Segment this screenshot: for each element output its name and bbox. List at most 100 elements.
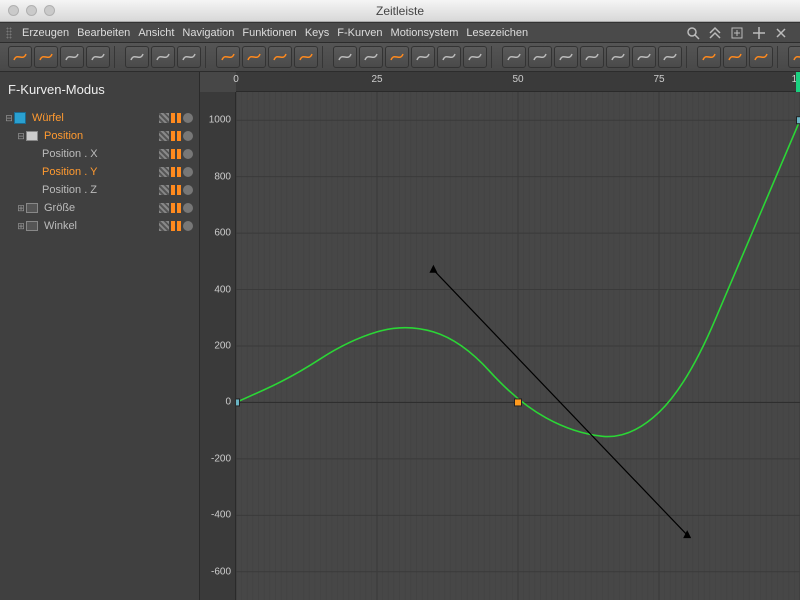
- tangent-handle-icon[interactable]: [429, 265, 437, 273]
- snap6-button[interactable]: [632, 46, 656, 68]
- key-add-button[interactable]: [216, 46, 240, 68]
- tan-step-button[interactable]: [463, 46, 487, 68]
- disclosure-icon[interactable]: ⊟: [16, 131, 26, 142]
- tree-row-rotation[interactable]: ⊞ Winkel: [0, 217, 199, 235]
- snap3-button[interactable]: [554, 46, 578, 68]
- tree-label[interactable]: Position: [42, 130, 159, 142]
- tan-spline-button[interactable]: [385, 46, 409, 68]
- tangent-handle-icon[interactable]: [683, 530, 691, 538]
- snap1-button[interactable]: [502, 46, 526, 68]
- playhead[interactable]: [796, 72, 800, 92]
- tree-row-track[interactable]: Position . X: [0, 145, 199, 163]
- track-enable-icon[interactable]: [159, 149, 169, 159]
- time-tick: 50: [512, 74, 523, 85]
- snap5-button[interactable]: [606, 46, 630, 68]
- track-mute-icon[interactable]: [183, 185, 193, 195]
- lock1-button[interactable]: [697, 46, 721, 68]
- key-all-button[interactable]: [294, 46, 318, 68]
- pointer-button[interactable]: [8, 46, 32, 68]
- track-key-icon[interactable]: [171, 131, 181, 141]
- snap7-icon: [662, 50, 678, 64]
- track-enable-icon[interactable]: [159, 221, 169, 231]
- sheet2-button[interactable]: [86, 46, 110, 68]
- add-icon[interactable]: [730, 26, 744, 40]
- track-mute-icon[interactable]: [183, 167, 193, 177]
- menu-lesezeichen[interactable]: Lesezeichen: [466, 27, 528, 39]
- lock3-button[interactable]: [749, 46, 773, 68]
- tan-linear-button[interactable]: [359, 46, 383, 68]
- track-key-icon[interactable]: [171, 167, 181, 177]
- tree-row-size[interactable]: ⊞ Größe: [0, 199, 199, 217]
- frame-cursor-button[interactable]: [177, 46, 201, 68]
- track-key-icon[interactable]: [171, 149, 181, 159]
- graph-area[interactable]: 0255075100 10008006004002000-200-400-600: [200, 72, 800, 600]
- tan-ease-in-button[interactable]: [411, 46, 435, 68]
- close-panel-icon[interactable]: [774, 26, 788, 40]
- tree-label[interactable]: Winkel: [42, 220, 159, 232]
- menu-fkurven[interactable]: F-Kurven: [337, 27, 382, 39]
- snap2-button[interactable]: [528, 46, 552, 68]
- curve-canvas[interactable]: [236, 92, 800, 600]
- frame-sel-button[interactable]: [151, 46, 175, 68]
- keyframe[interactable]: [797, 117, 800, 124]
- snap7-button[interactable]: [658, 46, 682, 68]
- track-mute-icon[interactable]: [183, 131, 193, 141]
- key-break-button[interactable]: [268, 46, 292, 68]
- track-key-icon[interactable]: [171, 113, 181, 123]
- key-all-icon: [298, 50, 314, 64]
- track-key-icon[interactable]: [171, 203, 181, 213]
- track-enable-icon[interactable]: [159, 113, 169, 123]
- time-tick: 0: [233, 74, 239, 85]
- tree-label[interactable]: Größe: [42, 202, 159, 214]
- track-mute-icon[interactable]: [183, 113, 193, 123]
- keyframe[interactable]: [515, 399, 522, 406]
- close-window-icon[interactable]: [8, 5, 19, 16]
- move-icon[interactable]: [752, 26, 766, 40]
- fcurve-mode-button[interactable]: [34, 46, 58, 68]
- frame-all-button[interactable]: [125, 46, 149, 68]
- tan-linear-icon: [363, 50, 379, 64]
- track-key-icon[interactable]: [171, 221, 181, 231]
- track-enable-icon[interactable]: [159, 167, 169, 177]
- search-icon[interactable]: [686, 26, 700, 40]
- disclosure-icon[interactable]: ⊞: [16, 221, 26, 232]
- zoom-window-icon[interactable]: [44, 5, 55, 16]
- track-mute-icon[interactable]: [183, 149, 193, 159]
- tree-row-track[interactable]: Position . Y: [0, 163, 199, 181]
- tan-ease-out-button[interactable]: [437, 46, 461, 68]
- track-mute-icon[interactable]: [183, 221, 193, 231]
- tree-label[interactable]: Position . X: [40, 148, 159, 160]
- tree-label[interactable]: Position . Z: [40, 184, 159, 196]
- menu-bearbeiten[interactable]: Bearbeiten: [77, 27, 130, 39]
- key-del-button[interactable]: [242, 46, 266, 68]
- menu-funktionen[interactable]: Funktionen: [242, 27, 296, 39]
- keyframe[interactable]: [236, 399, 240, 406]
- disclosure-icon[interactable]: ⊟: [4, 113, 14, 124]
- tree-row-object[interactable]: ⊟ Würfel: [0, 109, 199, 127]
- marker-button[interactable]: [788, 46, 800, 68]
- menu-erzeugen[interactable]: Erzeugen: [22, 27, 69, 39]
- track-enable-icon[interactable]: [159, 131, 169, 141]
- tree-row-position[interactable]: ⊟ Position: [0, 127, 199, 145]
- snap4-button[interactable]: [580, 46, 604, 68]
- minimize-window-icon[interactable]: [26, 5, 37, 16]
- tree-label[interactable]: Würfel: [30, 112, 159, 124]
- tree-row-track[interactable]: Position . Z: [0, 181, 199, 199]
- track-enable-icon[interactable]: [159, 203, 169, 213]
- tree-label[interactable]: Position . Y: [40, 166, 159, 178]
- track-enable-icon[interactable]: [159, 185, 169, 195]
- menu-keys[interactable]: Keys: [305, 27, 329, 39]
- track-key-icon[interactable]: [171, 185, 181, 195]
- disclosure-icon[interactable]: ⊞: [16, 203, 26, 214]
- tan-flat-button[interactable]: [333, 46, 357, 68]
- lock2-button[interactable]: [723, 46, 747, 68]
- menu-motionsystem[interactable]: Motionsystem: [391, 27, 459, 39]
- track-mute-icon[interactable]: [183, 203, 193, 213]
- menu-navigation[interactable]: Navigation: [182, 27, 234, 39]
- menu-ansicht[interactable]: Ansicht: [138, 27, 174, 39]
- curve-svg[interactable]: [236, 92, 800, 600]
- collapse-icon[interactable]: [708, 26, 722, 40]
- time-ruler[interactable]: 0255075100: [236, 72, 800, 92]
- sheet1-button[interactable]: [60, 46, 84, 68]
- value-ruler[interactable]: 10008006004002000-200-400-600: [200, 92, 236, 600]
